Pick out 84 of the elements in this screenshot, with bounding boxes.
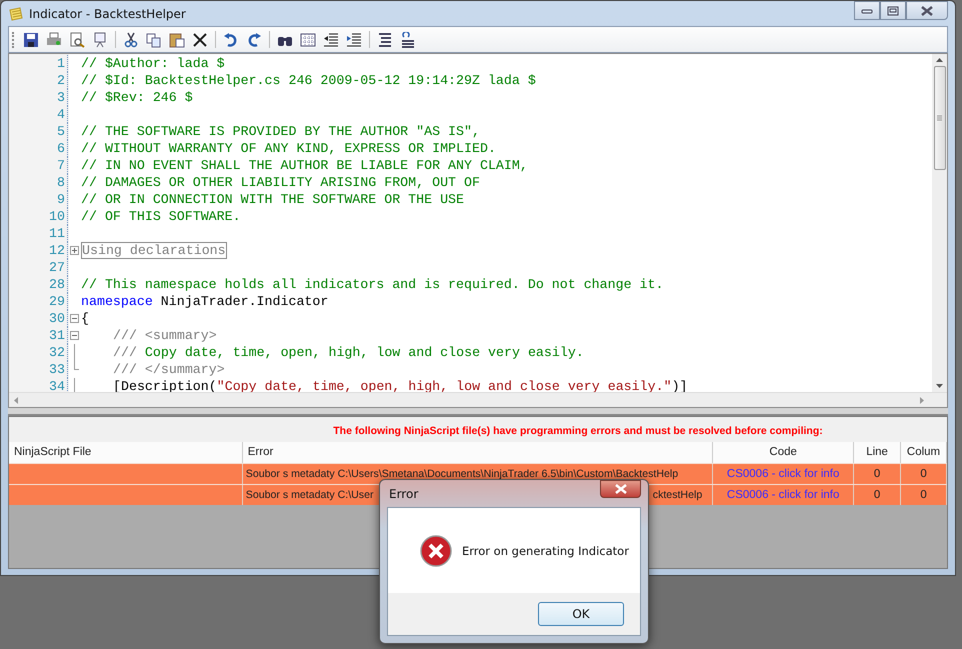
fold-end-line <box>74 361 79 370</box>
maximize-button[interactable] <box>880 1 906 20</box>
lines-icon[interactable] <box>377 32 393 48</box>
fold-guide-line <box>74 344 75 361</box>
line-number: 6 <box>9 140 68 157</box>
error-text: Soubor s metadaty C:\Users\Smetana\Documents\NinjaTrader 6.5\bin\Custom\BacktestHelp <box>246 467 678 482</box>
close-button[interactable] <box>600 480 641 498</box>
error-text: Soubor s metadaty C:\User <box>246 488 374 503</box>
line-number: 9 <box>9 191 68 208</box>
scroll-thumb[interactable] <box>934 66 946 170</box>
line-number: 28 <box>9 276 68 293</box>
code-text: namespace <box>81 294 153 309</box>
code-text: // $Id: BacktestHelper.cs 246 2009-05-12 19:14:29Z lada $ <box>81 73 536 88</box>
scissors-icon[interactable] <box>123 32 139 48</box>
undo-icon[interactable] <box>223 32 239 48</box>
code-text: // WITHOUT WARRANTY OF ANY KIND, EXPRESS OR IMPLIED. <box>81 141 496 156</box>
code-text: // This namespace holds all indicators and is required. Do not change it. <box>81 277 664 292</box>
code-text: // $Author: lada $ <box>81 56 225 71</box>
outdent-icon[interactable] <box>323 32 339 48</box>
code-text: /// <box>113 345 137 360</box>
collapsed-region[interactable]: Using declarations <box>81 242 227 259</box>
redo-icon[interactable] <box>246 32 262 48</box>
expand-icon[interactable] <box>70 246 79 255</box>
maximize-icon <box>887 6 899 16</box>
unindent-lines-icon[interactable] <box>400 32 416 48</box>
minimize-icon <box>861 6 873 14</box>
line-number: 5 <box>9 123 68 140</box>
ok-button[interactable]: OK <box>538 602 624 626</box>
error-message: The following NinjaScript file(s) have programming errors and must be resolved before compiling: <box>9 417 947 442</box>
paste-icon[interactable] <box>169 32 185 48</box>
line-number: 32 <box>9 344 68 361</box>
code-text: [Description( <box>113 379 217 394</box>
line-number: 29 <box>9 293 68 310</box>
code-text: // IN NO EVENT SHALL THE AUTHOR BE LIABLE FOR ANY CLAIM, <box>81 158 528 173</box>
minimize-button[interactable] <box>854 1 880 20</box>
line-number: 10 <box>9 208 68 225</box>
table-cell: 0 <box>901 485 947 505</box>
error-text: cktestHelp <box>652 488 702 503</box>
indent-icon[interactable] <box>346 32 362 48</box>
dialog-title: Error <box>389 486 418 500</box>
code-text: /// <summary> <box>113 328 217 343</box>
printer-icon[interactable] <box>46 32 62 48</box>
close-button[interactable] <box>906 1 948 20</box>
scroll-up-icon[interactable] <box>935 57 944 63</box>
save-icon[interactable] <box>23 32 39 48</box>
line-number: 7 <box>9 157 68 174</box>
dialog-message: Error on generating Indicator <box>462 544 629 558</box>
line-number: 31 <box>9 327 68 344</box>
code-text: // THE SOFTWARE IS PROVIDED BY THE AUTHOR "AS IS", <box>81 124 480 139</box>
grid-icon[interactable] <box>300 32 316 48</box>
code-text: // OF THIS SOFTWARE. <box>81 209 241 224</box>
scroll-down-icon[interactable] <box>935 383 944 389</box>
code-text: // $Rev: 246 $ <box>81 90 193 105</box>
code-text: NinjaTrader.Indicator <box>160 294 328 309</box>
code-text: // OR IN CONNECTION WITH THE SOFTWARE OR THE USE <box>81 192 464 207</box>
line-number: 11 <box>9 225 68 242</box>
window-title: Indicator - BacktestHelper <box>29 6 186 20</box>
close-icon <box>614 484 628 494</box>
line-number: 8 <box>9 174 68 191</box>
line-number: 3 <box>9 89 68 106</box>
collapse-icon[interactable] <box>70 331 79 340</box>
error-icon <box>420 534 452 566</box>
print-preview-icon[interactable] <box>69 32 85 48</box>
code-text: { <box>81 311 89 326</box>
line-number: 12 <box>9 242 68 259</box>
easel-icon[interactable] <box>92 32 108 48</box>
collapse-icon[interactable] <box>70 314 79 323</box>
table-cell: 0 <box>854 485 902 505</box>
close-icon <box>920 6 934 16</box>
line-number: 30 <box>9 310 68 327</box>
line-number: 33 <box>9 361 68 378</box>
vertical-scrollbar[interactable] <box>932 54 947 392</box>
code-text: /// </summary> <box>113 362 225 377</box>
grip-icon <box>936 115 943 121</box>
line-number: 27 <box>9 259 68 276</box>
delete-icon[interactable] <box>192 32 208 48</box>
line-number: 4 <box>9 106 68 123</box>
code-text: // DAMAGES OR OTHER LIABILITY ARISING FROM, OUT OF <box>81 175 480 190</box>
note-icon <box>8 6 24 22</box>
line-number: 1 <box>9 55 68 72</box>
code-text: "Copy date, time, open, high, low and close very easily." <box>216 379 672 394</box>
copy-icon[interactable] <box>146 32 162 48</box>
line-number: 2 <box>9 72 68 89</box>
code-text: Copy date, time, open, high, low and close very easily. <box>144 345 584 360</box>
